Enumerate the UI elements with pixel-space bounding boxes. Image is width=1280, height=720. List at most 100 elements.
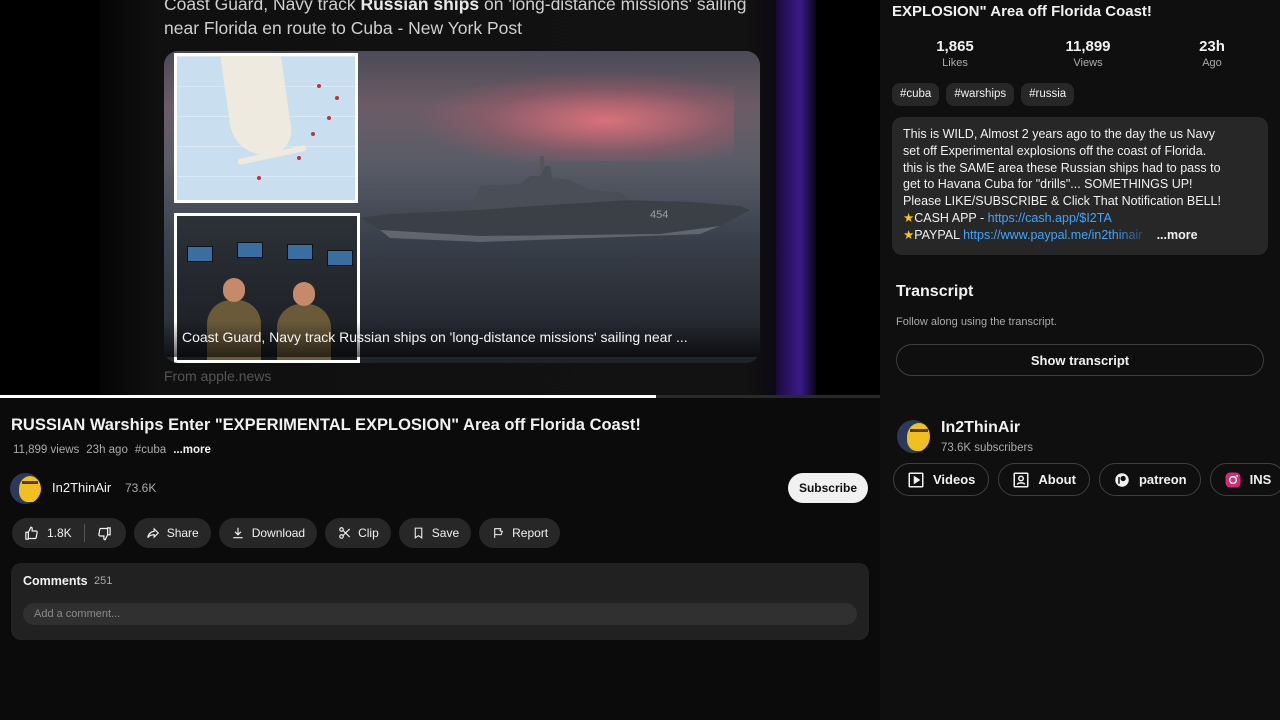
about-label: About [1038,472,1076,487]
headline-bold: Russian ships [360,0,480,14]
avatar[interactable] [10,473,41,504]
ship-marker [311,132,315,136]
hashtag-link[interactable]: #cuba [135,444,166,456]
share-button[interactable]: Share [133,518,211,548]
instagram-button[interactable]: INS [1209,463,1280,496]
clip-button[interactable]: Clip [325,518,391,548]
transcript-title: Transcript [896,283,974,300]
action-bar: 1.8K Share Download Clip Save Report [12,518,561,548]
patreon-label: patreon [1138,472,1187,487]
report-button[interactable]: Report [479,518,561,548]
dislike-button[interactable] [85,518,126,548]
paypal-link[interactable]: https://www.paypal.me/in2thinair [963,227,1153,244]
flag-icon [491,526,506,541]
share-label: Share [166,526,199,540]
age-number: 23h [1199,38,1225,55]
hashtag-chip[interactable]: #cuba [892,83,940,106]
patreon-icon [1113,471,1131,489]
more-link[interactable]: ...more [173,444,211,456]
clip-label: Clip [358,526,379,540]
paypal-line: ★PAYPAL https://www.paypal.me/in2thinair… [903,227,1257,244]
progress-bar[interactable] [0,395,880,398]
cashapp-link[interactable]: https://cash.app/$I2TA [988,211,1112,225]
panel-channel-name[interactable]: In2ThinAir [941,419,1020,437]
card-caption: Coast Guard, Navy track Russian ships on… [164,321,760,357]
subscriber-count: 73.6K [125,481,157,495]
thumbs-up-icon [24,526,39,541]
video-player[interactable]: Coast Guard, Navy track Russian ships on… [0,0,880,397]
description-line: this is the SAME area these Russian ship… [903,160,1221,175]
like-dislike-group: 1.8K [12,518,126,548]
description-line: This is WILD, Almost 2 years ago to the … [903,127,1215,141]
comments-count: 251 [94,575,113,587]
star-icon: ★ [903,210,915,225]
show-transcript-button[interactable]: Show transcript [896,344,1264,376]
likes-number: 1,865 [936,38,974,55]
view-count: 11,899 views [13,444,80,456]
instagram-icon [1224,471,1242,489]
download-label: Download [251,526,306,540]
add-comment-input[interactable]: Add a comment... [23,603,857,625]
channel-avatar[interactable] [897,420,930,453]
save-label: Save [431,526,460,540]
download-button[interactable]: Download [218,518,318,548]
description-line: set off Experimental explosions off the … [903,143,1207,158]
hashtag-row: #cuba #warships #russia [892,83,1075,106]
share-arrow-icon [146,526,161,541]
like-count: 1.8K [47,526,72,540]
star-icon: ★ [903,227,915,242]
progress-played [0,395,657,398]
channel-link-row: Videos About patreon INS [893,463,1280,496]
report-label: Report [512,526,549,540]
instagram-label: INS [1249,472,1272,487]
channel-row: In2ThinAir 73.6K Subscribe [10,472,870,504]
person-box-icon [1012,471,1030,489]
ship-marker [257,176,261,180]
cashapp-line: ★CASH APP - https://cash.app/$I2TA [903,210,1257,227]
ship-marker [327,116,331,120]
ship-marker [297,156,301,160]
views-stat: 11,899 Views [1028,38,1148,69]
video-meta: 11,899 views 23h ago #cuba ...more [13,444,211,456]
ship-marker [317,84,321,88]
paypal-label: PAYPAL [914,227,964,242]
hashtag-chip[interactable]: #warships [946,83,1015,106]
views-number: 11,899 [1065,38,1111,55]
left-pane: Coast Guard, Navy track Russian ships on… [0,0,880,720]
age-stat: 23h Ago [1152,38,1272,69]
videos-button[interactable]: Videos [893,463,990,496]
description-line: Please LIKE/SUBSCRIBE & Click That Notif… [903,194,1221,209]
sunset-glow [414,71,734,161]
play-box-icon [907,471,925,489]
about-button[interactable]: About [998,463,1090,496]
upload-time: 23h ago [86,444,128,456]
comments-title: Comments [23,574,88,588]
like-button[interactable]: 1.8K [24,524,85,542]
age-label: Ago [1202,57,1222,69]
video-edge-glow [776,0,816,397]
likes-label: Likes [942,57,968,69]
save-button[interactable]: Save [398,518,472,548]
cashapp-label: CASH APP - [914,210,988,225]
source-label: From apple.news [164,368,272,384]
description-panel: EXPLOSION" Area off Florida Coast! 1,865… [880,0,1280,720]
video-title: RUSSIAN Warships Enter "EXPERIMENTAL EXP… [11,416,641,434]
bookmark-icon [411,526,426,541]
panel-title: EXPLOSION" Area off Florida Coast! [892,3,1152,20]
patreon-button[interactable]: patreon [1098,463,1201,496]
hull-number: 454 [650,209,668,221]
description-more-link[interactable]: ...more [1157,228,1198,242]
headline-text-1: Coast Guard, Navy track [164,0,361,14]
thumbs-down-icon [97,526,112,541]
map-thumbnail [174,53,358,203]
comments-section[interactable]: Comments 251 Add a comment... [11,563,869,640]
videos-label: Videos [933,472,976,487]
transcript-subtitle: Follow along using the transcript. [896,316,1057,328]
channel-name[interactable]: In2ThinAir [52,480,111,495]
description-box[interactable]: This is WILD, Almost 2 years ago to the … [892,117,1268,255]
hashtag-chip[interactable]: #russia [1021,83,1075,106]
views-label: Views [1073,57,1103,69]
warship-image: 454 [360,156,750,242]
subscribe-button[interactable]: Subscribe [787,473,868,503]
likes-stat: 1,865 Likes [895,38,1015,69]
